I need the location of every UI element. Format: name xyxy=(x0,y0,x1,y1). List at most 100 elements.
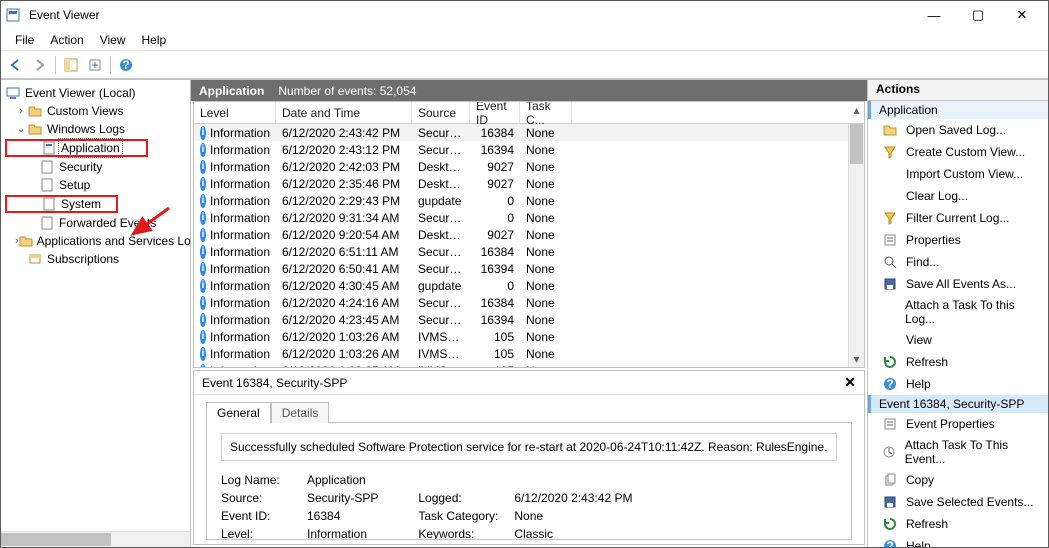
nav-wl-forwarded[interactable]: Forwarded Events xyxy=(5,214,188,232)
information-icon: i xyxy=(200,262,206,276)
cell-level: Information xyxy=(210,228,270,242)
menu-file[interactable]: File xyxy=(7,31,42,49)
cell-level: Information xyxy=(210,296,270,310)
action-item[interactable]: Filter Current Log... xyxy=(868,207,1048,229)
log-count: Number of events: 52,054 xyxy=(278,84,416,98)
table-row[interactable]: iInformation6/12/2020 2:29:43 PMgupdate0… xyxy=(194,192,864,209)
cell-source: IVMSU... xyxy=(412,364,470,368)
col-event-id[interactable]: Event ID xyxy=(470,102,520,123)
nav-wl-application[interactable]: Application xyxy=(5,139,148,157)
col-date[interactable]: Date and Time xyxy=(276,102,412,123)
nav-horizontal-scrollbar[interactable] xyxy=(1,531,190,547)
col-source[interactable]: Source xyxy=(412,102,470,123)
funnel-icon xyxy=(882,210,898,226)
action-item[interactable]: Copy xyxy=(868,469,1048,491)
table-row[interactable]: iInformation6/12/2020 4:23:45 AMSecurit.… xyxy=(194,311,864,328)
nav-subscriptions[interactable]: Subscriptions xyxy=(5,250,188,268)
table-row[interactable]: iInformation6/12/2020 1:03:25 AMIVMSU...… xyxy=(194,362,864,367)
action-item[interactable]: Find... xyxy=(868,251,1048,273)
action-item[interactable]: Refresh xyxy=(868,513,1048,535)
action-item[interactable]: Save All Events As... xyxy=(868,273,1048,295)
action-item[interactable]: Import Custom View... xyxy=(868,163,1048,185)
help-icon: ? xyxy=(882,538,898,547)
minimize-button[interactable]: — xyxy=(912,3,956,27)
table-row[interactable]: iInformation6/12/2020 9:31:34 AMSecurit.… xyxy=(194,209,864,226)
help-button[interactable]: ? xyxy=(115,54,137,76)
cell-task: None xyxy=(520,279,572,293)
table-row[interactable]: iInformation6/12/2020 6:51:11 AMSecurit.… xyxy=(194,243,864,260)
nav-custom-views[interactable]: › Custom Views xyxy=(5,102,188,120)
table-row[interactable]: iInformation6/12/2020 2:43:42 PMSecurit.… xyxy=(194,124,864,141)
toolbar: ? xyxy=(1,51,1048,79)
value-level: Information xyxy=(307,525,367,540)
nav-wl-system[interactable]: System xyxy=(5,195,118,213)
table-row[interactable]: iInformation6/12/2020 4:30:45 AMgupdate0… xyxy=(194,277,864,294)
nav-root[interactable]: Event Viewer (Local) xyxy=(5,84,188,102)
action-item[interactable]: ?Help xyxy=(868,373,1048,395)
detail-close-button[interactable]: ✕ xyxy=(844,374,856,391)
action-item[interactable]: Create Custom View... xyxy=(868,141,1048,163)
information-icon: i xyxy=(200,228,206,242)
menu-view[interactable]: View xyxy=(92,31,134,49)
close-button[interactable]: ✕ xyxy=(1000,3,1044,27)
tab-details[interactable]: Details xyxy=(271,402,330,423)
information-icon: i xyxy=(200,330,206,344)
action-label: Clear Log... xyxy=(906,189,968,203)
action-label: Save Selected Events... xyxy=(906,495,1033,509)
nav-windows-logs[interactable]: ⌄ Windows Logs xyxy=(5,120,188,138)
back-button[interactable] xyxy=(5,54,27,76)
scroll-up-icon[interactable]: ▴ xyxy=(849,102,864,118)
menu-help[interactable]: Help xyxy=(134,31,175,49)
action-item[interactable]: View xyxy=(868,329,1048,351)
table-row[interactable]: iInformation6/12/2020 6:50:41 AMSecurit.… xyxy=(194,260,864,277)
table-row[interactable]: iInformation6/12/2020 1:03:26 AMIVMSSt..… xyxy=(194,328,864,345)
nav-wl-security[interactable]: Security xyxy=(5,158,188,176)
table-row[interactable]: iInformation6/12/2020 2:42:03 PMDeskto..… xyxy=(194,158,864,175)
table-row[interactable]: iInformation6/12/2020 9:20:54 AMDeskto..… xyxy=(194,226,864,243)
tab-general[interactable]: General xyxy=(206,402,271,423)
action-item[interactable]: Clear Log... xyxy=(868,185,1048,207)
collapse-icon[interactable]: ⌄ xyxy=(15,120,27,138)
value-task-category: None xyxy=(514,507,543,525)
nav-apps-services[interactable]: › Applications and Services Lo xyxy=(5,232,188,250)
table-row[interactable]: iInformation6/12/2020 1:03:26 AMIVMSD...… xyxy=(194,345,864,362)
table-row[interactable]: iInformation6/12/2020 4:24:16 AMSecurit.… xyxy=(194,294,864,311)
cell-date: 6/12/2020 1:03:26 AM xyxy=(276,330,412,344)
cell-event-id: 16394 xyxy=(470,313,520,327)
action-item[interactable]: Refresh xyxy=(868,351,1048,373)
action-item[interactable]: Attach a Task To this Log... xyxy=(868,295,1048,329)
action-item[interactable]: Open Saved Log... xyxy=(868,119,1048,141)
actions-group-application: Application xyxy=(868,101,1048,119)
action-item[interactable]: Event Properties xyxy=(868,413,1048,435)
col-level[interactable]: Level xyxy=(194,102,276,123)
table-row[interactable]: iInformation6/12/2020 2:43:12 PMSecurit.… xyxy=(194,141,864,158)
expand-icon[interactable]: › xyxy=(15,102,27,120)
grid-vertical-scrollbar[interactable]: ▴ ▾ xyxy=(848,124,864,367)
forward-button[interactable] xyxy=(29,54,51,76)
cell-event-id: 16384 xyxy=(470,126,520,140)
action-item[interactable]: Attach Task To This Event... xyxy=(868,435,1048,469)
export-button[interactable] xyxy=(84,54,106,76)
label-log-name: Log Name: xyxy=(221,471,307,489)
information-icon: i xyxy=(200,211,206,225)
col-task[interactable]: Task C... xyxy=(520,102,572,123)
action-item[interactable]: Save Selected Events... xyxy=(868,491,1048,513)
action-item[interactable]: ?Help xyxy=(868,535,1048,547)
cell-source: gupdate xyxy=(412,279,470,293)
nav-wl-setup[interactable]: Setup xyxy=(5,176,188,194)
cell-date: 6/12/2020 2:43:42 PM xyxy=(276,126,412,140)
cell-event-id: 16394 xyxy=(470,262,520,276)
show-hide-tree-button[interactable] xyxy=(60,54,82,76)
scroll-down-icon[interactable]: ▾ xyxy=(849,351,864,367)
folder-icon xyxy=(27,121,43,137)
action-item[interactable]: Properties xyxy=(868,229,1048,251)
value-keywords: Classic xyxy=(514,525,553,540)
main-content: Application Number of events: 52,054 Lev… xyxy=(191,80,868,547)
cell-date: 6/12/2020 6:51:11 AM xyxy=(276,245,412,259)
table-row[interactable]: iInformation6/12/2020 2:35:46 PMDeskto..… xyxy=(194,175,864,192)
label-task-category: Task Category: xyxy=(418,507,514,525)
maximize-button[interactable]: ▢ xyxy=(956,3,1000,27)
menu-action[interactable]: Action xyxy=(42,31,91,49)
copy-icon xyxy=(882,472,898,488)
grid-body[interactable]: iInformation6/12/2020 2:43:42 PMSecurit.… xyxy=(194,124,864,367)
